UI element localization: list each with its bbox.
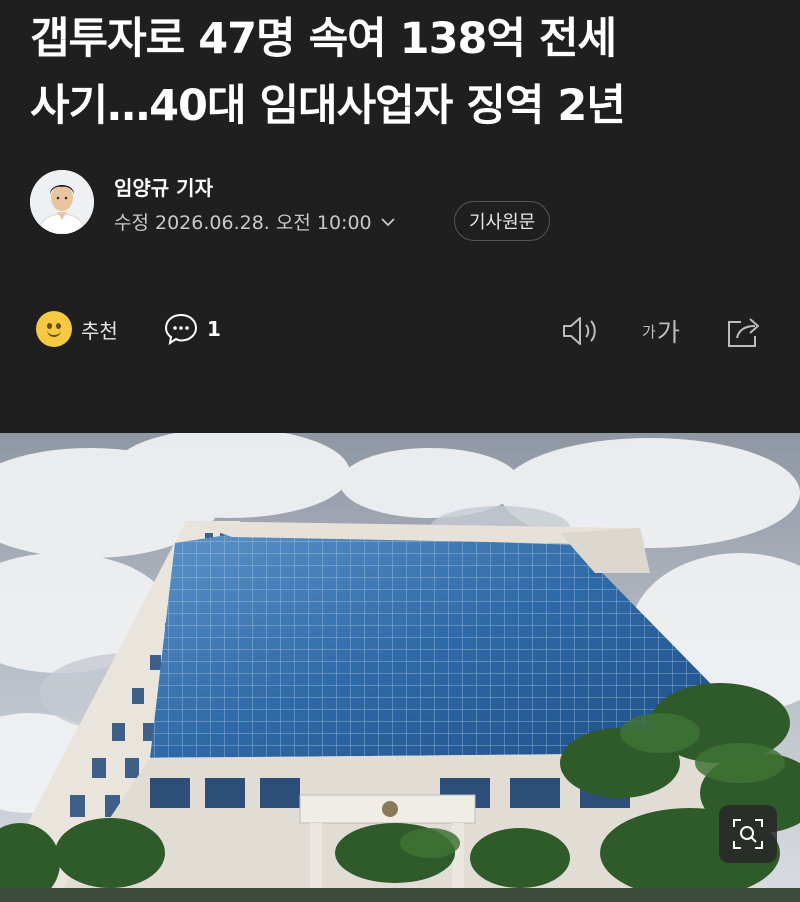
building-photo-image [0, 433, 800, 902]
modified-date-text: 수정 2026.06.28. 오전 10:00 [114, 212, 372, 234]
comment-button[interactable]: 1 [163, 311, 221, 347]
recommend-label: 추천 [81, 318, 118, 343]
article-title: 갭투자로 47명 속여 138억 전세 사기…40대 임대사업자 징역 2년 [30, 6, 780, 140]
article-photo[interactable] [0, 433, 800, 902]
zoom-icon [733, 819, 763, 849]
author-name[interactable]: 임양규 기자 [114, 172, 213, 201]
modified-date[interactable]: 수정 2026.06.28. 오전 10:00 [114, 208, 396, 235]
smiley-icon [36, 311, 72, 347]
byline: 임양규 기자 수정 2026.06.28. 오전 10:00 기사원문 [30, 170, 770, 241]
share-button[interactable] [725, 314, 765, 350]
photo-zoom-button[interactable] [719, 805, 777, 863]
article-title-line-1: 갭투자로 47명 속여 138억 전세 [30, 14, 617, 64]
comment-count: 1 [207, 317, 221, 341]
speaker-icon [563, 317, 596, 345]
chevron-down-icon [380, 217, 395, 226]
font-size-small-glyph: 가 [642, 322, 656, 341]
article-title-line-2: 사기…40대 임대사업자 징역 2년 [30, 81, 626, 131]
font-size-button[interactable]: 가 가 [642, 313, 680, 349]
speech-bubble-icon [164, 313, 198, 346]
font-size-large-glyph: 가 [656, 318, 680, 347]
original-article-button[interactable]: 기사원문 [454, 201, 551, 241]
share-icon [728, 318, 759, 347]
text-to-speech-button[interactable] [561, 314, 601, 348]
action-bar: 추천 1 가 가 [0, 305, 800, 357]
recommend-button[interactable]: 추천 [36, 311, 118, 347]
author-avatar[interactable] [30, 170, 94, 234]
